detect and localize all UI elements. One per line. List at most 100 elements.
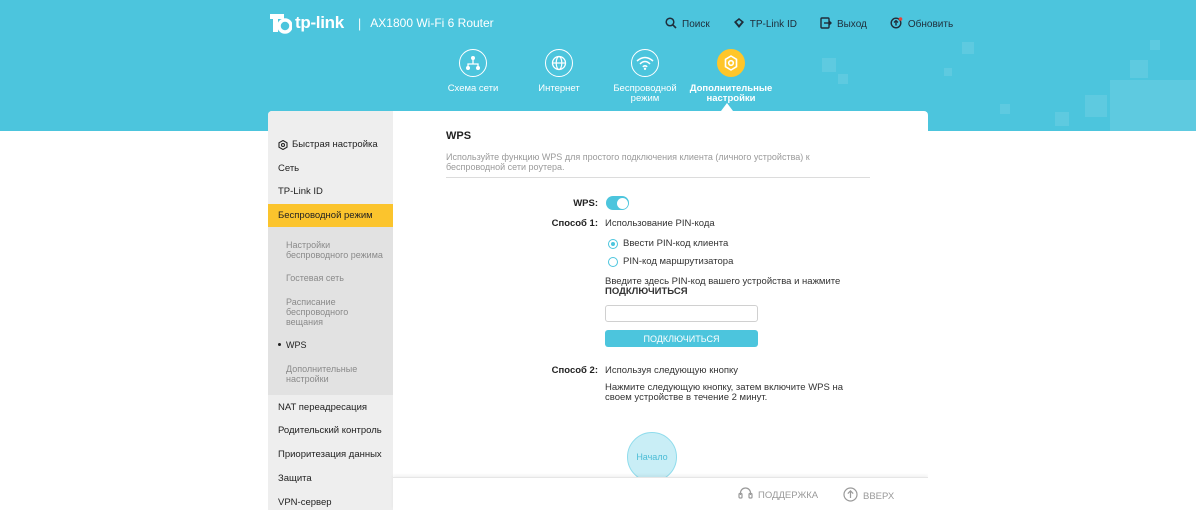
globe-icon <box>545 49 573 77</box>
submenu-item-advanced[interactable]: Дополнительные настройки <box>286 364 386 384</box>
nav-wireless-label: Беспроводной режим <box>613 83 677 104</box>
radio-router-pin[interactable]: PIN-код маршрутизатора <box>608 256 733 267</box>
method2-label: Способ 2: <box>551 365 598 376</box>
sidebar-item-vpn[interactable]: VPN-сервер <box>268 491 393 510</box>
nav-network-map-label: Схема сети <box>447 83 499 94</box>
sidebar-item-qos[interactable]: Приоритезация данных <box>268 443 393 466</box>
connect-button[interactable]: ПОДКЛЮЧИТЬСЯ <box>605 330 758 347</box>
start-button-label: Начало <box>636 452 668 462</box>
banner-decoration <box>1150 40 1160 50</box>
wps-toggle[interactable] <box>606 196 629 210</box>
sidebar-item-quick-setup-label: Быстрая настройка <box>292 139 378 150</box>
submenu-item-label: Расписание беспроводного вещания <box>286 297 349 327</box>
main-nav: Схема сети Интернет Беспроводной режим Д… <box>430 49 774 104</box>
search-link-label: Поиск <box>682 19 710 30</box>
search-icon <box>665 17 682 32</box>
method1-text: Использование PIN-кода <box>605 218 715 229</box>
sidebar-item-wireless[interactable]: Беспроводной режим <box>268 204 393 227</box>
page-title: WPS <box>446 130 472 142</box>
footer-bar: ПОДДЕРЖКА ВВЕРХ <box>393 477 928 510</box>
nav-internet[interactable]: Интернет <box>516 49 602 104</box>
nav-advanced-label: Дополнительные настройки <box>689 83 773 104</box>
radio-button[interactable] <box>608 256 618 267</box>
brand-logo[interactable]: tp-link | AX1800 Wi-Fi 6 Router <box>268 12 494 34</box>
sidebar-item-network[interactable]: Сеть <box>268 157 393 180</box>
wps-start-button[interactable]: Начало <box>627 432 677 482</box>
pin-instruction: Введите здесь PIN-код вашего устройства … <box>605 277 845 297</box>
toggle-knob <box>616 197 628 209</box>
pin-instruction-bold: ПОДКЛЮЧИТЬСЯ <box>605 286 688 297</box>
sidebar-item-tplink-id-label: TP-Link ID <box>278 186 323 197</box>
banner-decoration <box>962 42 974 54</box>
page-description: Используйте функцию WPS для простого под… <box>446 152 810 172</box>
sidebar-item-tplink-id[interactable]: TP-Link ID <box>268 180 393 203</box>
banner-decoration <box>1085 95 1107 117</box>
top-links: Поиск TP-Link ID Выход Обновить <box>665 17 976 32</box>
submenu-item-wps[interactable]: WPS <box>278 340 386 350</box>
wps-label: WPS: <box>573 198 598 209</box>
sidebar: Быстрая настройка Сеть TP-Link ID Беспро… <box>268 111 393 510</box>
nav-network-map[interactable]: Схема сети <box>430 49 516 104</box>
method2-instruction: Нажмите следующую кнопку, затем включите… <box>605 382 844 403</box>
sidebar-item-vpn-label: VPN-сервер <box>278 497 332 508</box>
pin-input[interactable] <box>605 305 758 322</box>
banner-decoration <box>838 74 848 84</box>
sidebar-item-security[interactable]: Защита <box>268 467 393 490</box>
nav-advanced[interactable]: Дополнительные настройки <box>688 49 774 104</box>
submenu-item-label: Дополнительные настройки <box>286 364 358 384</box>
headset-icon <box>738 487 758 503</box>
radio-button-checked[interactable] <box>608 238 618 249</box>
tplink-id-label: TP-Link ID <box>749 19 797 30</box>
logout-label: Выход <box>836 19 867 30</box>
update-label: Обновить <box>907 19 954 30</box>
sidebar-item-security-label: Защита <box>278 473 312 484</box>
radio-router-pin-label: PIN-код маршрутизатора <box>623 256 734 267</box>
router-model: AX1800 Wi-Fi 6 Router <box>370 16 494 30</box>
search-link[interactable]: Поиск <box>665 17 710 32</box>
sidebar-item-nat[interactable]: NAT переадресация <box>268 396 393 419</box>
sidebar-item-network-label: Сеть <box>278 163 300 174</box>
back-to-top-label: ВВЕРХ <box>863 490 895 502</box>
radio-client-pin-label: Ввести PIN-код клиента <box>623 238 729 249</box>
sidebar-item-quick-setup[interactable]: Быстрая настройка <box>268 133 393 156</box>
submenu-item-label: Гостевая сеть <box>286 273 344 283</box>
banner-decoration <box>1055 112 1069 126</box>
tplink-id-icon <box>733 17 750 32</box>
wifi-icon <box>631 49 659 77</box>
active-nav-pointer <box>721 103 733 111</box>
nav-internet-label: Интернет <box>538 83 580 94</box>
sidebar-item-wireless-label: Беспроводной режим <box>278 210 373 221</box>
update-link[interactable]: Обновить <box>890 17 953 32</box>
back-to-top-link[interactable]: ВВЕРХ <box>843 487 894 505</box>
submenu-item-label: Настройки беспроводного режима <box>286 240 383 260</box>
sidebar-item-parental-label: Родительский контроль <box>278 425 382 436</box>
submenu-item-label: WPS <box>286 340 307 350</box>
radio-client-pin[interactable]: Ввести PIN-код клиента <box>608 238 728 249</box>
banner-decoration <box>1000 104 1010 114</box>
quick-setup-icon <box>278 139 288 150</box>
arrow-up-icon <box>843 487 863 505</box>
sidebar-submenu: Настройки беспроводного режима Гостевая … <box>268 227 393 395</box>
nav-wireless[interactable]: Беспроводной режим <box>602 49 688 104</box>
submenu-item-wireless-settings[interactable]: Настройки беспроводного режима <box>286 240 386 260</box>
sidebar-item-qos-label: Приоритезация данных <box>278 449 382 460</box>
submenu-item-wireless-schedule[interactable]: Расписание беспроводного вещания <box>286 297 386 327</box>
tplink-logo-icon <box>268 12 293 34</box>
support-link[interactable]: ПОДДЕРЖКА <box>738 487 818 503</box>
banner-decoration <box>1130 60 1148 78</box>
network-map-icon <box>459 49 487 77</box>
logout-icon <box>820 17 837 32</box>
logout-link[interactable]: Выход <box>820 17 867 32</box>
banner-decoration <box>944 68 952 76</box>
tplink-id-link[interactable]: TP-Link ID <box>733 17 797 32</box>
submenu-item-guest-network[interactable]: Гостевая сеть <box>286 273 386 283</box>
support-link-label: ПОДДЕРЖКА <box>758 489 819 501</box>
method1-label: Способ 1: <box>551 218 598 229</box>
sidebar-item-parental[interactable]: Родительский контроль <box>268 419 393 442</box>
banner-decoration <box>822 58 836 72</box>
update-icon <box>890 17 908 32</box>
banner-decoration <box>1110 80 1196 131</box>
gear-icon <box>717 49 745 77</box>
logo-text: tp-link <box>295 13 344 32</box>
current-item-dot <box>278 343 281 346</box>
